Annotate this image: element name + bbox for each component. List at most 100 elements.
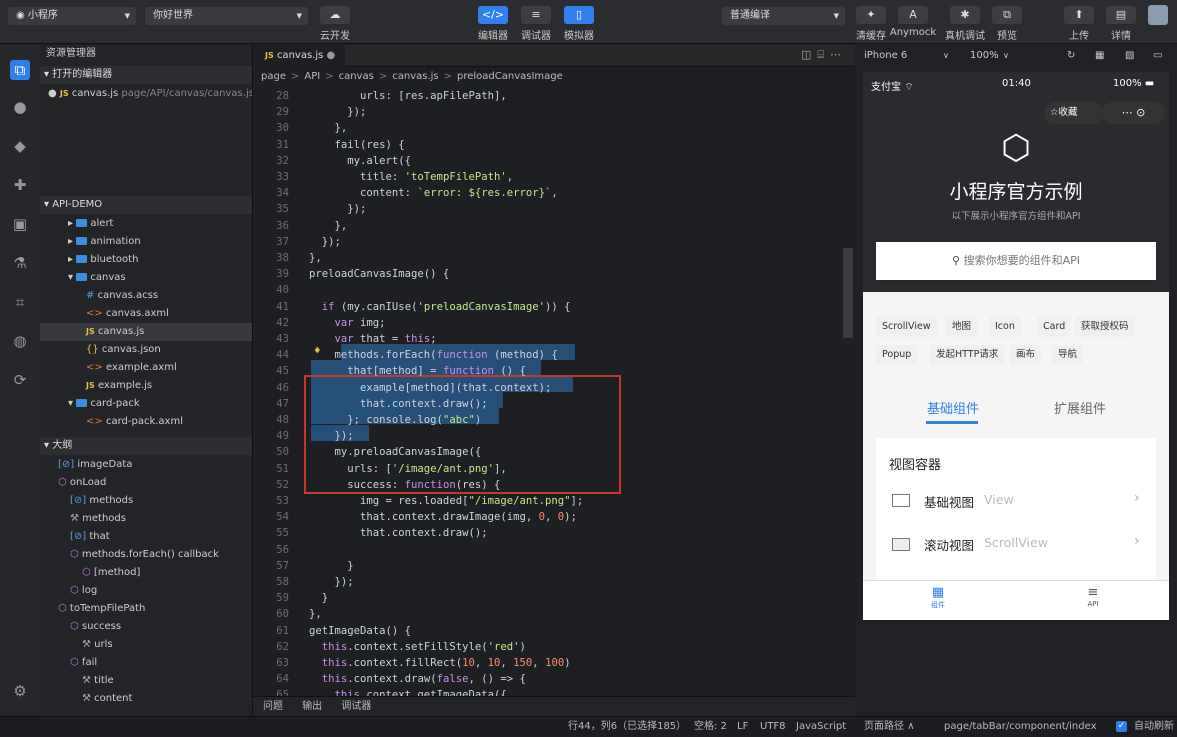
checkbox-icon[interactable]: ✓ bbox=[1116, 721, 1127, 732]
code-line[interactable]: that.context.draw(); bbox=[309, 396, 488, 412]
more-icon[interactable]: ⋯ bbox=[830, 48, 847, 61]
page-dropdown[interactable]: 你好世界 ▼ bbox=[145, 7, 308, 25]
code-line[interactable]: var that = this; bbox=[309, 331, 437, 347]
code-line[interactable]: } bbox=[309, 558, 353, 574]
device-select[interactable]: iPhone 6 bbox=[864, 45, 907, 67]
outline-item[interactable]: [⊘] that bbox=[40, 528, 252, 546]
tree-item[interactable]: <> card-pack.axml bbox=[40, 413, 252, 431]
compile-mode-dropdown[interactable]: 普通编译 ▼ bbox=[722, 7, 845, 25]
code-line[interactable]: urls: ['/image/ant.png'], bbox=[309, 461, 506, 477]
code-line[interactable]: }); bbox=[309, 574, 354, 590]
tree-item[interactable]: # canvas.acss bbox=[40, 287, 252, 305]
extensions-icon[interactable]: ✚ bbox=[10, 175, 30, 195]
cloud-button[interactable]: ☁ bbox=[320, 6, 350, 24]
flask-icon[interactable]: ⚗ bbox=[10, 253, 30, 273]
tree-item[interactable]: JS example.js bbox=[40, 377, 252, 395]
project-section[interactable]: ▾ API-DEMO bbox=[40, 196, 252, 214]
details-button[interactable]: ▤ bbox=[1106, 6, 1136, 24]
upload-button[interactable]: ⬆ bbox=[1064, 6, 1094, 24]
git-icon[interactable]: ◆ bbox=[10, 136, 30, 156]
chip[interactable]: Icon bbox=[989, 317, 1021, 337]
tab-problems[interactable]: 问题 bbox=[263, 701, 283, 712]
list-item[interactable]: 滚动视图 ScrollView › bbox=[876, 526, 1156, 566]
code-line[interactable]: }); bbox=[309, 104, 366, 120]
refresh-icon[interactable]: ⟳ bbox=[10, 370, 30, 390]
code-line[interactable]: img = res.loaded["/image/ant.png"]; bbox=[309, 493, 583, 509]
chip[interactable]: 获取授权码 bbox=[1075, 317, 1135, 337]
tree-item[interactable]: <> example.axml bbox=[40, 359, 252, 377]
code-line[interactable]: fail(res) { bbox=[309, 137, 405, 153]
code-line[interactable]: }, bbox=[309, 120, 348, 136]
project-dropdown[interactable]: ◉ 小程序 ▼ bbox=[8, 7, 136, 25]
tab-basic[interactable]: 基础组件 bbox=[927, 398, 979, 417]
outline-item[interactable]: ⬡ [method] bbox=[40, 564, 252, 582]
list-item[interactable]: 基础视图 View › bbox=[876, 484, 1156, 524]
real-debug-button[interactable]: ✱ bbox=[950, 6, 980, 24]
scrollbar[interactable] bbox=[843, 248, 853, 338]
tree-item[interactable]: ▸ alert bbox=[40, 215, 252, 233]
preview-icon[interactable]: ⌸ bbox=[817, 48, 830, 61]
breadcrumb-item[interactable]: page bbox=[261, 71, 286, 82]
store-icon[interactable]: ▣ bbox=[10, 214, 30, 234]
close-circle-icon[interactable]: ⊙ bbox=[1136, 106, 1145, 119]
tab-extended[interactable]: 扩展组件 bbox=[1054, 398, 1106, 417]
outline-item[interactable]: ⚒ content bbox=[40, 690, 252, 708]
code-line[interactable]: var img; bbox=[309, 315, 386, 331]
anymock-button[interactable]: A bbox=[898, 6, 928, 24]
editor-button[interactable]: </> bbox=[478, 6, 508, 24]
search-icon[interactable]: ● bbox=[10, 97, 30, 117]
breadcrumb-item[interactable]: canvas bbox=[339, 71, 374, 82]
nav-api[interactable]: ≡ API bbox=[1078, 585, 1108, 608]
code-line[interactable]: content: `error: ${res.error}`, bbox=[309, 185, 558, 201]
outline-item[interactable]: [⊘] imageData bbox=[40, 456, 252, 474]
remote-icon[interactable]: ◍ bbox=[10, 331, 30, 351]
tree-item[interactable]: ▸ animation bbox=[40, 233, 252, 251]
breadcrumb-item[interactable]: API bbox=[304, 71, 320, 82]
outline-item[interactable]: [⊘] methods bbox=[40, 492, 252, 510]
debugger-button[interactable]: ≡ bbox=[521, 6, 551, 24]
code-line[interactable]: }); bbox=[309, 234, 341, 250]
capsule-menu[interactable]: ⋯ ⊙ bbox=[1102, 102, 1165, 124]
code-line[interactable]: this.context.draw(false, () => { bbox=[309, 671, 526, 687]
code-line[interactable]: success: function(res) { bbox=[309, 477, 500, 493]
preview-button[interactable]: ⧉ bbox=[992, 6, 1022, 24]
tree-item[interactable]: JS canvas.js bbox=[40, 323, 252, 341]
explorer-icon[interactable]: ⧉ bbox=[10, 60, 30, 80]
window-icon[interactable]: ▭ bbox=[1153, 45, 1162, 67]
outline-item[interactable]: ⬡ methods.forEach() callback bbox=[40, 546, 252, 564]
editor-tab[interactable]: JS canvas.js ● bbox=[253, 45, 345, 67]
code-line[interactable]: my.preloadCanvasImage({ bbox=[309, 444, 482, 460]
search-input[interactable]: ⚲ 搜索你想要的组件和API bbox=[876, 242, 1156, 280]
chip[interactable]: ScrollView bbox=[876, 317, 937, 337]
settings-icon[interactable]: ▧ bbox=[1125, 45, 1134, 67]
tab-debugger[interactable]: 调试器 bbox=[341, 701, 371, 712]
code-line[interactable]: } bbox=[309, 590, 328, 606]
language-mode[interactable]: JavaScript bbox=[796, 717, 846, 737]
encoding-setting[interactable]: UTF8 bbox=[760, 717, 786, 737]
split-icon[interactable]: ◫ bbox=[801, 48, 817, 61]
code-line[interactable]: }; console.log("abc") bbox=[309, 412, 481, 428]
outline-item[interactable]: ⚒ methods bbox=[40, 510, 252, 528]
nav-components[interactable]: ▦ 组件 bbox=[923, 585, 953, 610]
tab-output[interactable]: 输出 bbox=[302, 701, 322, 712]
outline-item[interactable]: ⬡ log bbox=[40, 582, 252, 600]
outline-section[interactable]: ▾ 大纲 bbox=[40, 437, 252, 455]
page-path-toggle[interactable]: 页面路径 ∧ bbox=[864, 717, 915, 737]
gear-icon[interactable]: ⚙ bbox=[10, 681, 30, 701]
cursor-position[interactable]: 行44，列6（已选择185） bbox=[568, 717, 686, 737]
outline-item[interactable]: ⚒ title bbox=[40, 672, 252, 690]
code-line[interactable]: my.alert({ bbox=[309, 153, 411, 169]
indent-setting[interactable]: 空格: 2 bbox=[694, 717, 727, 737]
code-line[interactable]: this.context.fillRect(10, 10, 150, 100) bbox=[309, 655, 571, 671]
code-line[interactable]: title: 'toTempFilePath', bbox=[309, 169, 513, 185]
chip[interactable]: Popup bbox=[876, 345, 918, 365]
code-line[interactable]: if (my.canIUse('preloadCanvasImage')) { bbox=[309, 299, 571, 315]
code-line[interactable]: urls: [res.apFilePath], bbox=[309, 88, 507, 104]
chip[interactable]: 画布 bbox=[1010, 345, 1042, 365]
avatar[interactable] bbox=[1148, 5, 1168, 25]
chip[interactable]: 发起HTTP请求 bbox=[930, 345, 1005, 365]
code-line[interactable]: }, bbox=[309, 218, 348, 234]
grid-icon[interactable]: ▦ bbox=[1095, 45, 1104, 67]
outline-item[interactable]: ⬡ success bbox=[40, 618, 252, 636]
code-line[interactable]: this.context.setFillStyle('red') bbox=[309, 639, 526, 655]
